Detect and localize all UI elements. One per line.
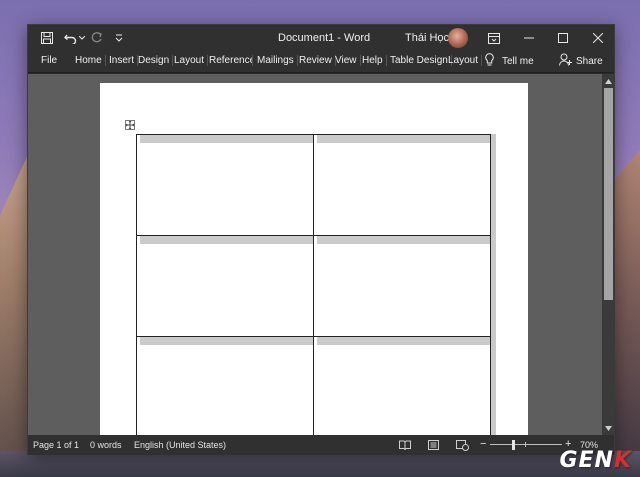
desktop-wallpaper-right <box>612 150 640 477</box>
cell-header-band <box>140 236 313 244</box>
table-cell[interactable] <box>136 235 314 337</box>
save-icon[interactable] <box>38 29 56 47</box>
zoom-slider-midmark <box>525 442 526 447</box>
tab-insert[interactable]: Insert <box>109 55 139 66</box>
read-mode-icon[interactable] <box>398 439 411 451</box>
table-row <box>136 235 491 337</box>
watermark-text: GEN <box>559 448 614 473</box>
document-workspace <box>28 74 602 435</box>
tab-layout[interactable]: Layout <box>174 55 209 66</box>
tab-design[interactable]: Design <box>138 55 174 66</box>
maximize-icon[interactable] <box>546 25 580 51</box>
ribbon-tabs: File Home Insert Design Layout Reference… <box>28 51 614 73</box>
redo-icon[interactable] <box>88 29 106 47</box>
status-bar: Page 1 of 1 0 words English (United Stat… <box>28 435 614 455</box>
table-cell[interactable] <box>136 134 314 236</box>
tell-me-button[interactable]: Tell me <box>485 53 534 70</box>
cell-header-band <box>317 236 490 244</box>
cell-header-band <box>317 337 490 345</box>
tab-references[interactable]: References <box>209 55 253 66</box>
tab-review[interactable]: Review <box>299 55 336 66</box>
word-count[interactable]: 0 words <box>90 440 122 450</box>
share-person-icon <box>559 53 572 69</box>
page-count[interactable]: Page 1 of 1 <box>33 440 79 450</box>
table-move-icon[interactable] <box>125 120 135 130</box>
ribbon-display-icon[interactable] <box>477 25 511 51</box>
share-button[interactable]: Share <box>559 53 603 69</box>
tab-file[interactable]: File <box>41 55 60 66</box>
word-window: Document1 - Word Thái Học File Home Inse… <box>27 24 615 455</box>
close-icon[interactable] <box>581 25 615 51</box>
lightbulb-icon <box>485 53 494 70</box>
tab-home[interactable]: Home <box>75 55 106 66</box>
table-cell[interactable] <box>313 336 491 435</box>
avatar[interactable] <box>448 28 468 48</box>
user-name[interactable]: Thái Học <box>405 32 449 44</box>
web-layout-icon[interactable] <box>456 439 469 451</box>
table-cell[interactable] <box>136 336 314 435</box>
tell-me-label: Tell me <box>502 56 534 67</box>
cell-header-band <box>317 135 490 143</box>
tab-table-layout[interactable]: Layout <box>448 55 483 66</box>
zoom-out-button[interactable]: − <box>480 438 486 450</box>
tab-view[interactable]: View <box>335 55 361 66</box>
scroll-down-icon[interactable] <box>602 422 615 434</box>
tab-mailings[interactable]: Mailings <box>257 55 298 66</box>
title-bar: Document1 - Word Thái Học <box>28 25 614 51</box>
cell-header-band <box>140 337 313 345</box>
customize-icon[interactable] <box>110 29 128 47</box>
table-cell[interactable] <box>313 235 491 337</box>
zoom-slider-track[interactable] <box>490 444 562 445</box>
minimize-icon[interactable] <box>512 25 546 51</box>
watermark-accent: K <box>613 448 632 473</box>
undo-dropdown-icon[interactable] <box>78 29 86 47</box>
document-table[interactable] <box>136 134 491 435</box>
window-title: Document1 - Word <box>278 32 371 44</box>
document-page[interactable] <box>100 83 528 435</box>
table-end-marker <box>491 134 496 435</box>
table-row <box>136 336 491 435</box>
share-label: Share <box>576 55 603 67</box>
table-row <box>136 134 491 236</box>
table-cell[interactable] <box>313 134 491 236</box>
genk-watermark: GENK <box>559 448 632 473</box>
print-layout-icon[interactable] <box>427 439 440 451</box>
scrollbar-thumb[interactable] <box>604 88 613 300</box>
scroll-up-icon[interactable] <box>602 75 615 87</box>
desktop-wallpaper-left <box>0 150 30 477</box>
zoom-slider-thumb[interactable] <box>512 440 515 450</box>
cell-header-band <box>140 135 313 143</box>
tab-table-design[interactable]: Table Design <box>390 55 452 66</box>
tab-help[interactable]: Help <box>362 55 387 66</box>
vertical-scrollbar[interactable] <box>602 74 615 435</box>
language-indicator[interactable]: English (United States) <box>134 440 226 450</box>
